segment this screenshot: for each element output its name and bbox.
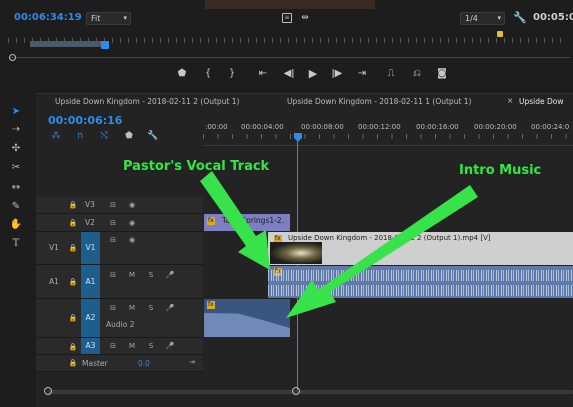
arrow-pastor bbox=[200, 171, 270, 270]
arrow-intro bbox=[286, 185, 478, 318]
annotation-intro-music: Intro Music bbox=[459, 163, 542, 178]
annotation-arrows bbox=[200, 171, 478, 318]
annotation-pastor-vocal: Pastor's Vocal Track bbox=[123, 159, 270, 174]
premiere-window: 00:06:34:19 Fit ▾ ≡ ⇹ 1/4 ▾ 🔧 00:05:0 ⬟ … bbox=[0, 0, 573, 407]
